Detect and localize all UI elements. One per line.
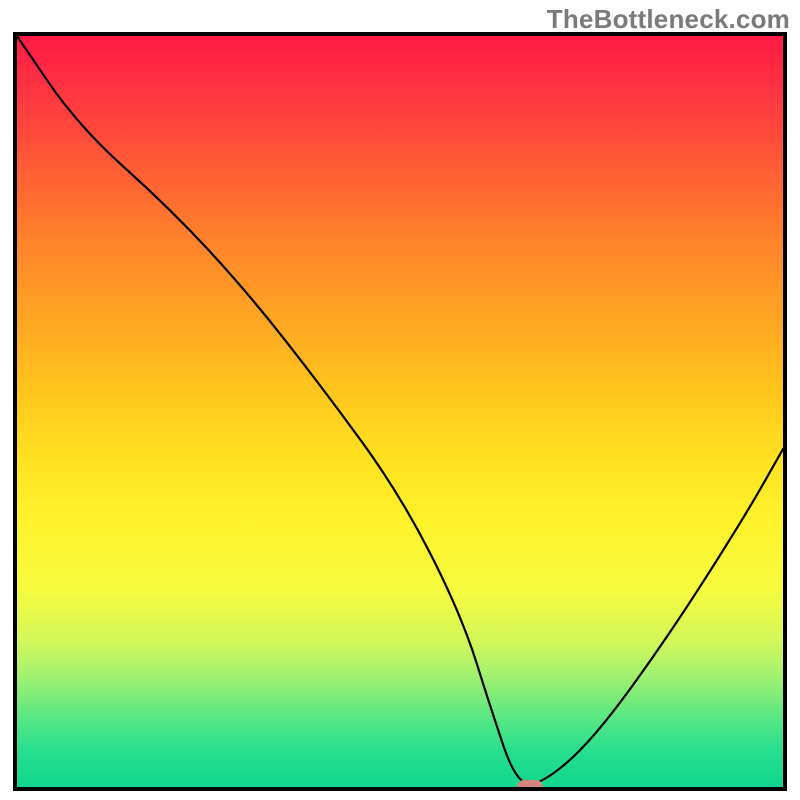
watermark-text: TheBottleneck.com (547, 4, 790, 35)
curve-layer (17, 36, 783, 787)
bottleneck-curve (17, 36, 783, 784)
chart-frame: TheBottleneck.com (0, 0, 800, 800)
plot-inner (17, 36, 783, 787)
plot-area (13, 32, 787, 791)
optimal-marker (517, 780, 543, 787)
